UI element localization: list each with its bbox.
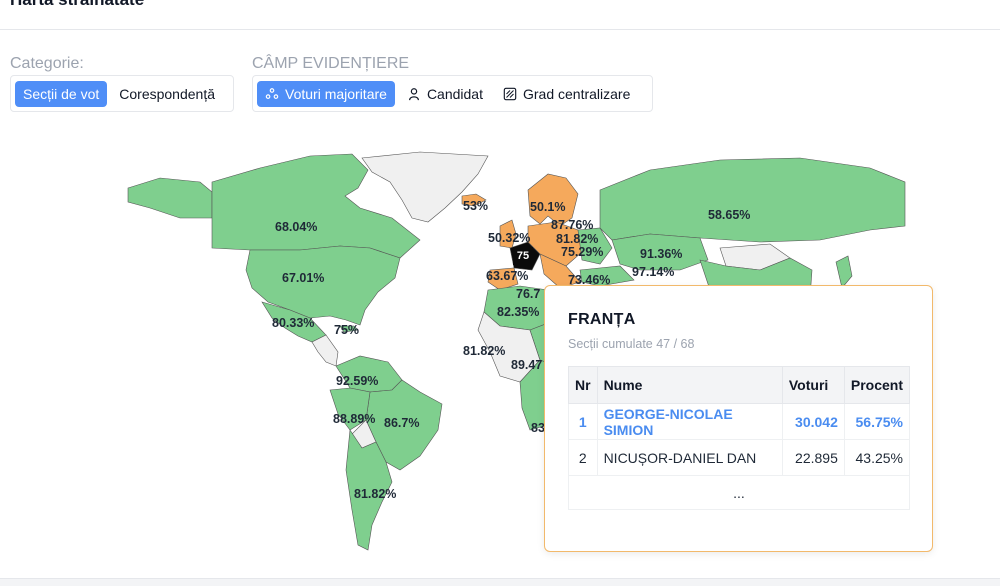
row-name: GEORGE-NICOLAE SIMION [596, 403, 783, 440]
people-group-icon [265, 87, 279, 99]
pie-chart-icon [503, 87, 517, 100]
row-nr: 2 [568, 439, 598, 476]
table-row: 2 NICUȘOR-DANIEL DAN 22.895 43.25% [568, 439, 911, 476]
row-name: NICUȘOR-DANIEL DAN [596, 439, 783, 476]
label-algeria: 82.35% [497, 305, 540, 319]
label-ukraine: 75.29% [561, 245, 604, 259]
label-central-africa: 89.47 [511, 358, 543, 372]
more-rows-indicator: ... [568, 475, 910, 510]
majority-votes-label: Voturi majoritare [285, 85, 387, 102]
label-peru: 88.89% [333, 412, 376, 426]
label-south-africa: 83 [531, 421, 545, 435]
label-uk: 50.32% [488, 231, 531, 245]
highlight-field-toggle: Voturi majoritare Candidat Grad centrali… [252, 75, 653, 112]
person-icon [408, 87, 419, 100]
category-polling-stations-button[interactable]: Secții de vot [15, 80, 108, 107]
region-russia[interactable] [599, 157, 906, 243]
tooltip-subtitle: Secții cumulate 47 / 68 [568, 337, 695, 351]
table-header-row: Nr Nume Voturi Procent [568, 366, 911, 404]
label-spain: 63.67% [486, 269, 529, 283]
label-caribbean: 75% [334, 323, 360, 337]
centralization-degree-label: Grad centralizare [522, 85, 631, 102]
majority-votes-button[interactable]: Voturi majoritare [257, 80, 395, 107]
region-japan[interactable] [835, 255, 853, 289]
category-toggle: Secții de vot Corespondență [10, 75, 234, 112]
column-header-nr: Nr [568, 366, 598, 404]
label-brazil: 86.7% [384, 416, 420, 430]
label-finland: 87.76% [551, 218, 594, 232]
label-west-africa: 81.82% [463, 344, 506, 358]
highlight-field-label: CÂMP EVIDENȚIERE [252, 55, 410, 72]
country-tooltip: FRANȚA Secții cumulate 47 / 68 Nr Nume V… [544, 285, 933, 552]
table-row-more: ... [568, 475, 910, 510]
page-header: Harta străinătate [0, 0, 1000, 30]
category-mail-vote-button[interactable]: Corespondență [111, 81, 223, 107]
table-row: 1 GEORGE-NICOLAE SIMION 30.042 56.75% [568, 403, 911, 440]
footer-divider [0, 578, 1000, 586]
column-header-name: Nume [596, 366, 783, 404]
row-percent: 56.75% [843, 403, 911, 440]
label-russia: 58.65% [708, 208, 751, 222]
page-title: Harta străinătate [10, 0, 144, 10]
label-colombia: 92.59% [336, 374, 379, 388]
label-uzbekistan: 97.14% [632, 265, 675, 279]
category-label: Categorie: [10, 55, 84, 72]
label-canada: 68.04% [275, 220, 318, 234]
label-iceland: 53% [463, 199, 489, 213]
region-alaska[interactable] [127, 177, 213, 219]
row-votes: 30.042 [781, 403, 845, 440]
row-votes: 22.895 [781, 439, 845, 476]
label-mexico: 80.33% [272, 316, 315, 330]
label-usa: 67.01% [282, 271, 325, 285]
label-libya: 76.7 [516, 287, 541, 301]
centralization-degree-button[interactable]: Grad centralizare [495, 81, 638, 107]
row-percent: 43.25% [843, 439, 911, 476]
column-header-votes: Voturi [781, 366, 845, 404]
label-norway: 50.1% [530, 200, 566, 214]
tooltip-country-name: FRANȚA [568, 311, 636, 328]
column-header-percent: Procent [843, 366, 911, 404]
candidate-label: Candidat [426, 85, 483, 102]
selected-country-marker[interactable]: 75 [513, 247, 533, 265]
label-argentina: 81.82% [354, 487, 397, 501]
row-nr: 1 [568, 403, 598, 440]
label-poland: 81.82% [556, 232, 599, 246]
label-kazakhstan: 91.36% [640, 247, 683, 261]
results-table: Nr Nume Voturi Procent 1 GEORGE-NICOLAE … [568, 366, 911, 510]
candidate-button[interactable]: Candidat [399, 81, 491, 107]
